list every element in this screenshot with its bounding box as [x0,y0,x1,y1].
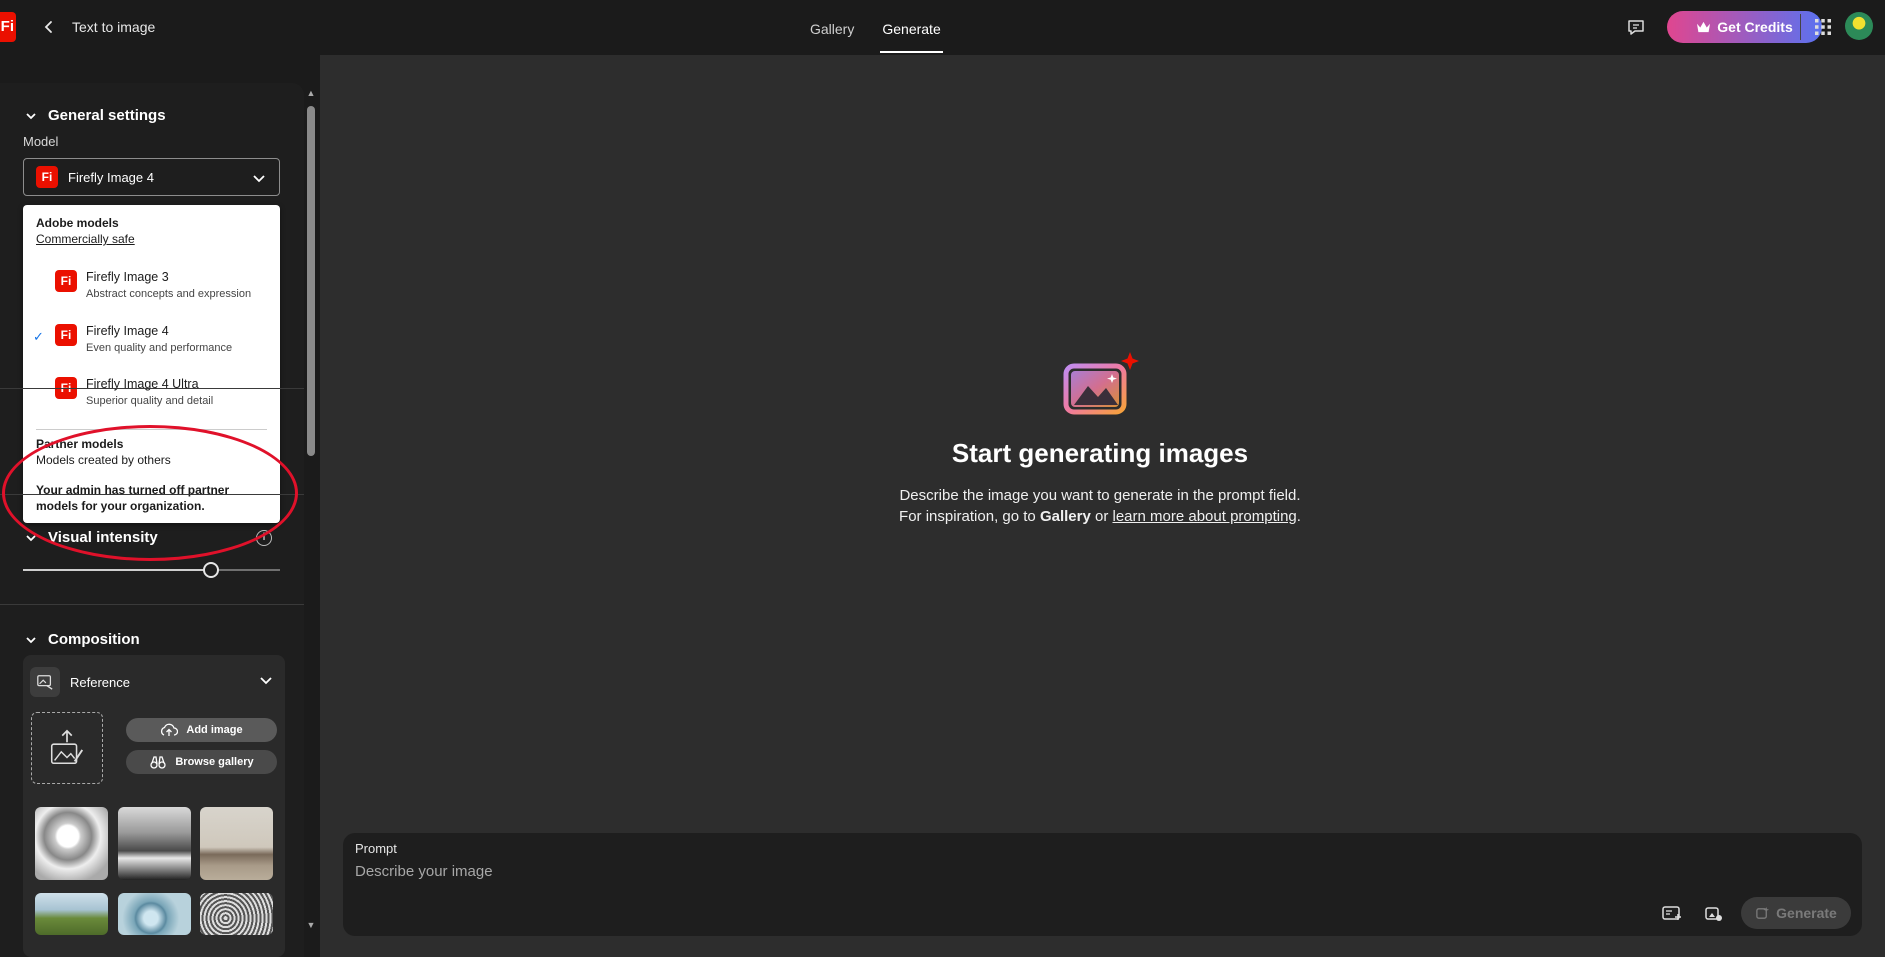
page-title: Text to image [72,19,156,35]
gallery-link[interactable]: Gallery [1040,508,1091,525]
reference-toggle[interactable]: Reference [30,667,130,697]
section-divider [0,604,304,605]
image-settings-icon[interactable] [1702,903,1726,925]
crown-icon [1697,21,1711,32]
section-divider [0,388,304,389]
reference-image-icon [30,667,60,697]
reference-thumbnail[interactable] [118,893,191,935]
add-image-button[interactable]: Add image [126,718,277,742]
chevron-down-icon [253,175,265,183]
top-nav: Gallery Generate [808,0,944,55]
generate-icon [1756,906,1770,919]
prompt-label: Prompt [355,841,397,856]
slider-fill [23,569,211,571]
prompt-box [343,833,1862,936]
get-credits-button[interactable]: Get Credits [1667,11,1822,43]
slider-handle[interactable] [202,562,219,578]
model-label: Model [23,134,59,149]
model-option-firefly-image-4[interactable]: ✓ Fi Firefly Image 4 Even quality and pe… [23,321,280,371]
prompt-input[interactable] [352,860,1552,882]
learn-prompting-link[interactable]: learn more about prompting [1113,508,1297,525]
image-sparkle-icon [1062,350,1142,418]
general-settings-header[interactable]: General settings [24,107,166,124]
model-dropdown-menu: Adobe models Commercially safe Fi Firefl… [23,205,280,523]
dropdown-divider [36,429,267,430]
checkmark-icon: ✓ [33,329,44,344]
main-canvas [320,55,1885,957]
empty-state-title: Start generating images [951,438,1249,468]
visual-intensity-title: Visual intensity [48,529,158,546]
line2-prefix: For inspiration, go to [899,508,1040,525]
chevron-left-icon [44,21,52,33]
model-option-name: Firefly Image 4 [86,324,169,338]
reference-thumbnail[interactable] [200,893,273,935]
model-option-name: Firefly Image 3 [86,270,169,284]
line2-suffix: . [1296,508,1301,525]
firefly-model-icon: Fi [55,324,77,346]
model-option-firefly-image-4-ultra[interactable]: Fi Firefly Image 4 Ultra Superior qualit… [23,374,280,424]
partner-models-disabled-note: Your admin has turned off partner models… [36,483,230,513]
model-select[interactable]: Fi Firefly Image 4 [23,158,280,196]
info-icon[interactable]: i [256,530,272,546]
browse-gallery-button[interactable]: Browse gallery [126,750,277,774]
model-option-desc: Abstract concepts and expression [86,288,252,300]
reference-thumbnail[interactable] [35,807,108,880]
generate-button[interactable]: Generate [1741,897,1851,929]
composition-title: Composition [48,631,140,648]
partner-models-heading: Partner models [36,437,124,451]
header-divider [1800,14,1801,40]
reference-thumbnail[interactable] [200,807,273,880]
partner-models-sub: Models created by others [36,453,171,467]
adobe-models-heading: Adobe models [36,216,119,230]
firefly-model-icon: Fi [55,270,77,292]
line2-or: or [1090,508,1113,525]
firefly-logo[interactable]: Fi [0,12,16,42]
chevron-down-icon[interactable] [258,672,274,688]
add-image-label: Add image [186,724,243,736]
feedback-icon[interactable] [1625,16,1647,38]
commercially-safe-link[interactable]: Commercially safe [36,232,135,246]
chevron-down-icon [26,112,36,119]
visual-intensity-slider[interactable] [23,562,280,578]
binoculars-icon [150,756,167,769]
scroll-down-arrow[interactable]: ▼ [306,920,316,930]
upload-image-icon [50,729,84,765]
scrollbar-thumb[interactable] [307,106,315,456]
reference-thumbnail[interactable] [35,893,108,935]
composition-header[interactable]: Composition [24,631,140,648]
model-option-desc: Even quality and performance [86,342,233,354]
app-switcher-icon[interactable] [1812,16,1834,38]
empty-state-line-1: Describe the image you want to generate … [899,487,1301,504]
general-settings-title: General settings [48,107,166,124]
selected-model-label: Firefly Image 4 [68,169,154,185]
empty-state-line-2: For inspiration, go to Gallery or learn … [600,508,1600,525]
browse-gallery-label: Browse gallery [175,756,254,768]
back-button[interactable] [38,16,60,38]
visual-intensity-header[interactable]: Visual intensity [24,529,158,546]
chevron-down-icon [26,534,36,541]
firefly-model-icon: Fi [36,166,58,188]
style-reference-icon[interactable] [1660,903,1684,925]
chevron-down-icon [26,636,36,643]
tab-gallery[interactable]: Gallery [808,0,856,55]
model-option-firefly-image-3[interactable]: Fi Firefly Image 3 Abstract concepts and… [23,267,280,317]
section-divider [0,494,304,495]
upload-reference-dropzone[interactable] [31,712,103,784]
get-credits-label: Get Credits [1717,19,1793,35]
reference-label: Reference [70,674,130,690]
generate-label: Generate [1776,905,1837,921]
reference-thumbnail[interactable] [118,807,191,880]
top-bar: Fi Text to image Gallery Generate Get Cr… [0,0,1885,55]
user-avatar[interactable] [1845,12,1873,40]
tab-generate[interactable]: Generate [880,0,944,55]
cloud-upload-icon [161,723,179,736]
model-option-desc: Superior quality and detail [86,395,214,407]
sidebar-scrollbar[interactable] [306,88,316,934]
